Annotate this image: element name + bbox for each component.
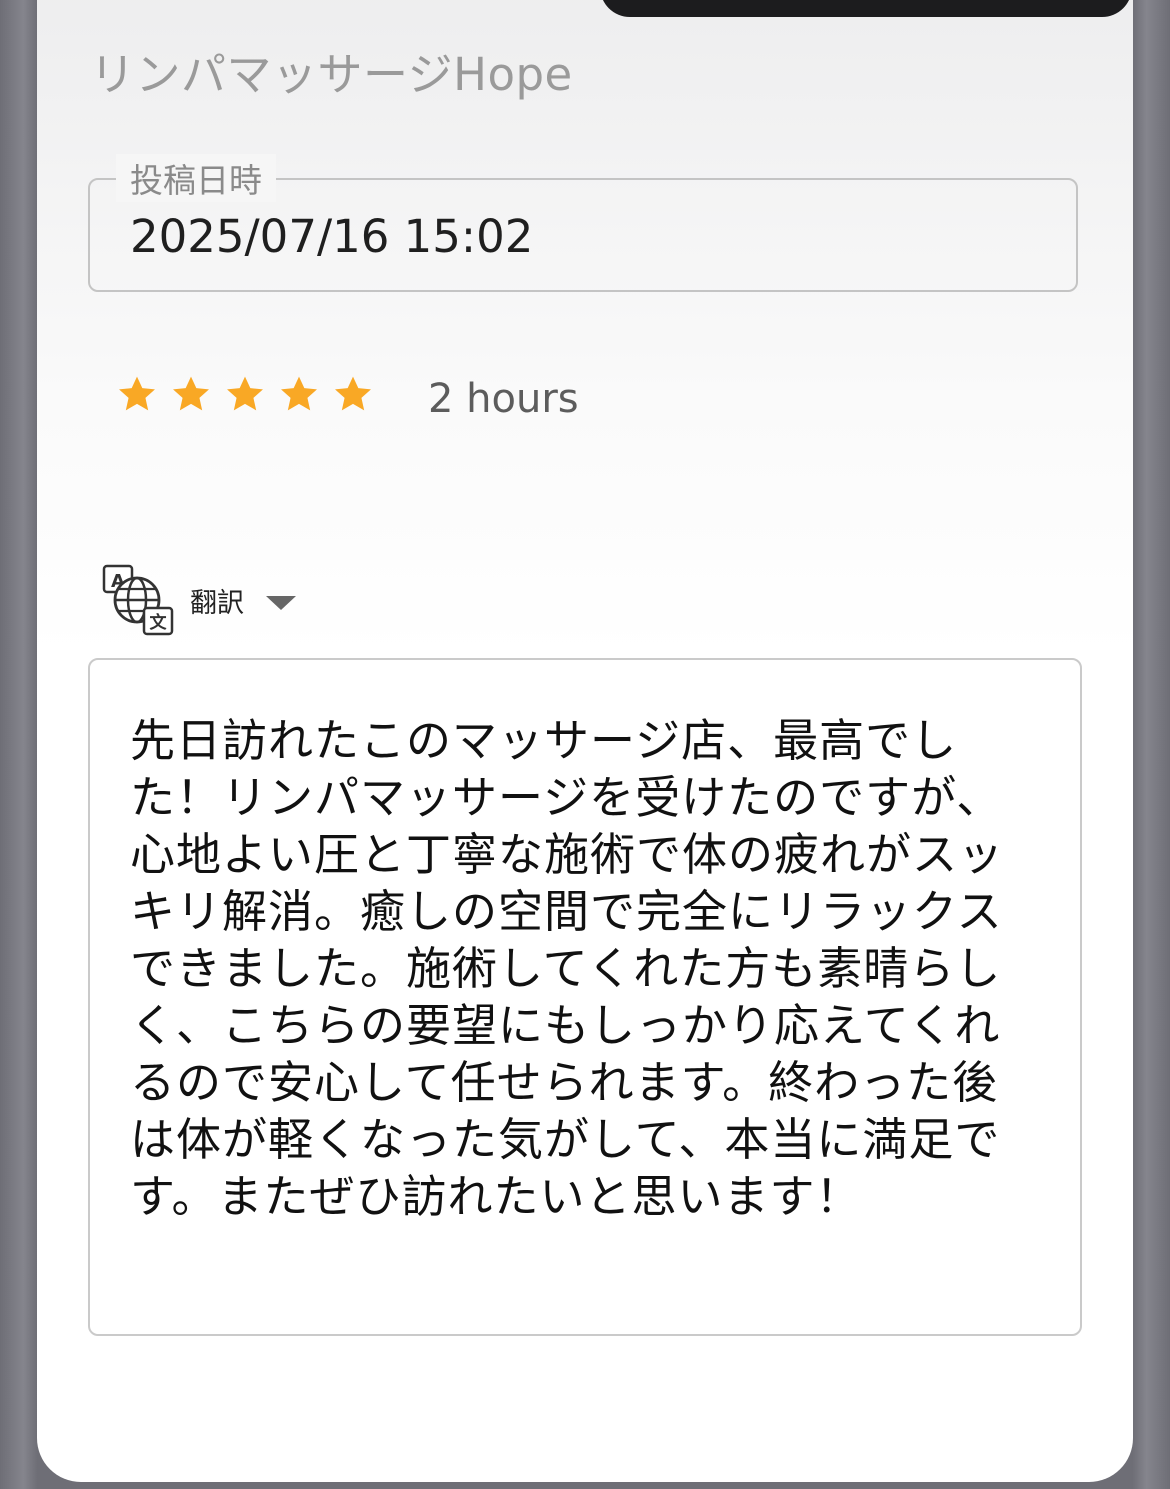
shop-name: リンパマッサージHope	[90, 48, 573, 101]
translate-dropdown[interactable]: A 文 翻訳	[102, 564, 296, 636]
star-icon	[119, 376, 155, 411]
post-date-legend: 投稿日時	[116, 154, 276, 202]
svg-text:文: 文	[150, 612, 168, 633]
time-ago-label: 2 hours	[428, 376, 579, 422]
star-icon	[281, 376, 317, 411]
star-icon	[227, 376, 263, 411]
star-icon	[173, 376, 209, 411]
chevron-down-icon	[266, 596, 296, 610]
top-notch	[600, 0, 1132, 17]
star-icon	[335, 376, 371, 411]
translate-icon: A 文	[102, 564, 174, 636]
star-rating	[115, 372, 375, 416]
review-text: 先日訪れたこのマッサージ店、最高でした！リンパマッサージを受けたのですが、心地よ…	[130, 714, 1005, 1223]
post-date-value: 2025/07/16 15:02	[130, 210, 534, 263]
translate-label: 翻訳	[190, 587, 244, 619]
